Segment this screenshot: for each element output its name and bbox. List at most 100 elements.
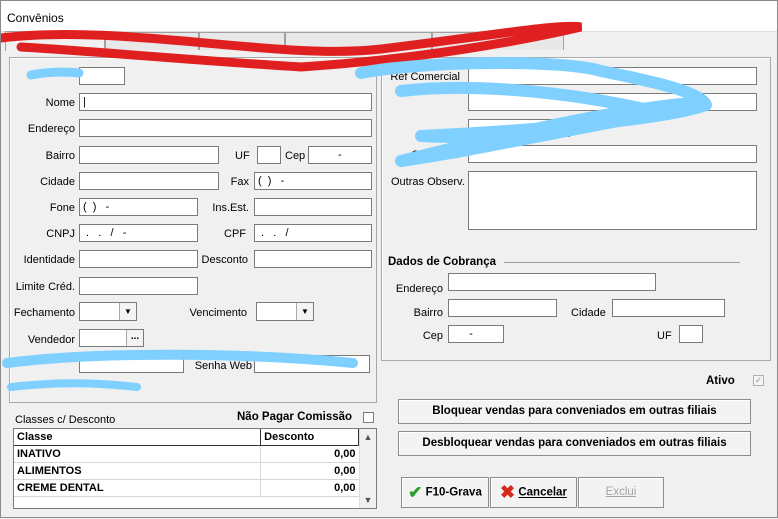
bairro-label: Bairro	[45, 150, 75, 162]
tab-strip	[5, 31, 564, 51]
classes-grid[interactable]: Classe Desconto INATIVO 0,00 ALIMENTOS 0…	[13, 428, 377, 509]
tab-1[interactable]	[5, 31, 105, 51]
lookup-ellipsis-button[interactable]: ...	[126, 330, 143, 346]
vendedor-field[interactable]: ...	[79, 329, 144, 347]
ativo-checkbox[interactable]: ✓	[753, 375, 764, 386]
obs-spc-label: Obs. SPC	[411, 149, 460, 161]
endereco-field[interactable]	[79, 119, 372, 137]
fax-label: Fax	[230, 176, 249, 188]
fax-field[interactable]: ( ) -	[254, 172, 372, 190]
exclui-label: Exclui	[605, 486, 637, 498]
nao-pagar-comissao-checkbox[interactable]	[363, 412, 374, 423]
cobranca-cidade-field[interactable]	[612, 299, 725, 317]
cpf-field[interactable]: . . /	[254, 224, 372, 242]
cobranca-endereco-label: Endereço	[395, 283, 443, 295]
cell-desconto: 0,00	[260, 462, 359, 480]
cnpj-field[interactable]: . . / -	[79, 224, 198, 242]
vencimento-label: Vencimento	[189, 307, 247, 319]
obs-spc-field[interactable]	[468, 145, 757, 163]
cep-field[interactable]: -	[308, 146, 372, 164]
bairro-field[interactable]	[79, 146, 219, 164]
ref-comercial-label: Ref Comercial	[390, 71, 460, 83]
cep-label: Cep	[285, 150, 306, 162]
column-header-desconto[interactable]: Desconto	[260, 429, 359, 446]
table-row[interactable]: INATIVO 0,00	[14, 445, 359, 463]
cell-classe: INATIVO	[14, 445, 261, 463]
exclui-button[interactable]: Exclui	[578, 477, 664, 508]
title-bar: Convênios	[1, 1, 777, 32]
identidade-label: Identidade	[23, 254, 75, 266]
desconto-field[interactable]	[254, 250, 372, 268]
cell-classe: CREME DENTAL	[14, 479, 261, 497]
ins-est-field[interactable]	[254, 198, 372, 216]
tab-3[interactable]	[199, 32, 285, 50]
senha-web-label: Senha Web	[194, 360, 252, 372]
classes-table: Classe Desconto INATIVO 0,00 ALIMENTOS 0…	[14, 429, 359, 497]
cobranca-cep-label: Cep	[422, 330, 443, 342]
checkmark-icon: ✔	[408, 483, 423, 502]
bloquear-vendas-button[interactable]: Bloquear vendas para conveniados em outr…	[398, 399, 751, 424]
desbloquear-vendas-button[interactable]: Desbloquear vendas para conveniados em o…	[398, 431, 751, 456]
identidade-field[interactable]	[79, 250, 198, 268]
ins-est-label: Ins.Est.	[212, 202, 249, 214]
uf-field[interactable]	[257, 146, 281, 164]
cell-classe: ALIMENTOS	[14, 462, 261, 480]
desconto-label: Desconto	[201, 254, 248, 266]
cobranca-cidade-label: Cidade	[571, 307, 606, 319]
cell-desconto: 0,00	[260, 445, 359, 463]
dados-cobranca-heading: Dados de Cobrança	[388, 256, 496, 268]
convenios-window: Convênios Nome | Endereço Bairro UF Cep …	[0, 0, 778, 518]
cobranca-uf-label: UF	[657, 330, 672, 342]
cancel-x-icon: ✖	[500, 482, 516, 502]
cnpj-label: CNPJ	[46, 228, 75, 240]
f10-grava-button[interactable]: ✔ F10-Grava	[401, 477, 489, 508]
tab-5[interactable]	[432, 32, 564, 50]
fone-field[interactable]: ( ) -	[79, 198, 198, 216]
limite-cred-field[interactable]	[79, 277, 198, 295]
scroll-track[interactable]	[360, 445, 376, 492]
table-header-row: Classe Desconto	[14, 429, 359, 446]
cpf-label: CPF	[224, 228, 246, 240]
outras-observ-label: Outras Observ.	[391, 176, 465, 188]
scroll-up-icon[interactable]: ▲	[360, 429, 376, 445]
cobranca-divider	[504, 262, 740, 263]
chevron-down-icon[interactable]: ▼	[296, 303, 313, 320]
fechamento-label: Fechamento	[13, 307, 75, 319]
ref-bancaria-field[interactable]	[468, 93, 757, 111]
chevron-down-icon[interactable]: ▼	[119, 303, 136, 320]
ref-comercial-field[interactable]	[468, 67, 757, 85]
contato-field[interactable]	[468, 119, 570, 137]
table-row[interactable]: CREME DENTAL 0,00	[14, 479, 359, 497]
cell-desconto: 0,00	[260, 479, 359, 497]
cidade-field[interactable]	[79, 172, 219, 190]
nome-field[interactable]: |	[79, 93, 372, 111]
nao-pagar-comissao-label: Não Pagar Comissão	[237, 411, 353, 423]
tab-2[interactable]	[105, 32, 199, 50]
cidade-label: Cidade	[40, 176, 75, 188]
senha-web-field[interactable]	[254, 355, 370, 373]
usuario-web-field[interactable]	[79, 355, 184, 373]
nome-label: Nome	[45, 97, 75, 109]
endereco-label: Endereço	[27, 123, 75, 135]
outras-observ-textarea[interactable]	[468, 171, 757, 230]
window-title: Convênios	[7, 11, 64, 25]
cobranca-endereco-field[interactable]	[448, 273, 656, 291]
vencimento-select[interactable]: ▼	[256, 302, 314, 321]
cancelar-label: Cancelar	[518, 486, 567, 499]
tab-4[interactable]	[285, 32, 432, 50]
cobranca-bairro-field[interactable]	[448, 299, 557, 317]
column-header-classe[interactable]: Classe	[14, 429, 262, 446]
ativo-label: Ativo	[706, 375, 735, 387]
f10-grava-label: F10-Grava	[425, 486, 482, 499]
table-row[interactable]: ALIMENTOS 0,00	[14, 462, 359, 480]
fone-label: Fone	[49, 202, 75, 214]
cobranca-uf-field[interactable]	[679, 325, 703, 343]
uf-label: UF	[235, 150, 250, 162]
cancelar-button[interactable]: ✖ Cancelar	[490, 477, 577, 508]
scroll-down-icon[interactable]: ▼	[360, 492, 376, 508]
cobranca-cep-field[interactable]: -	[448, 325, 504, 343]
grid-scrollbar[interactable]: ▲ ▼	[359, 429, 376, 508]
codigo-field[interactable]	[79, 67, 125, 85]
vendedor-label: Vendedor	[27, 334, 75, 346]
fechamento-select[interactable]: ▼	[79, 302, 137, 321]
